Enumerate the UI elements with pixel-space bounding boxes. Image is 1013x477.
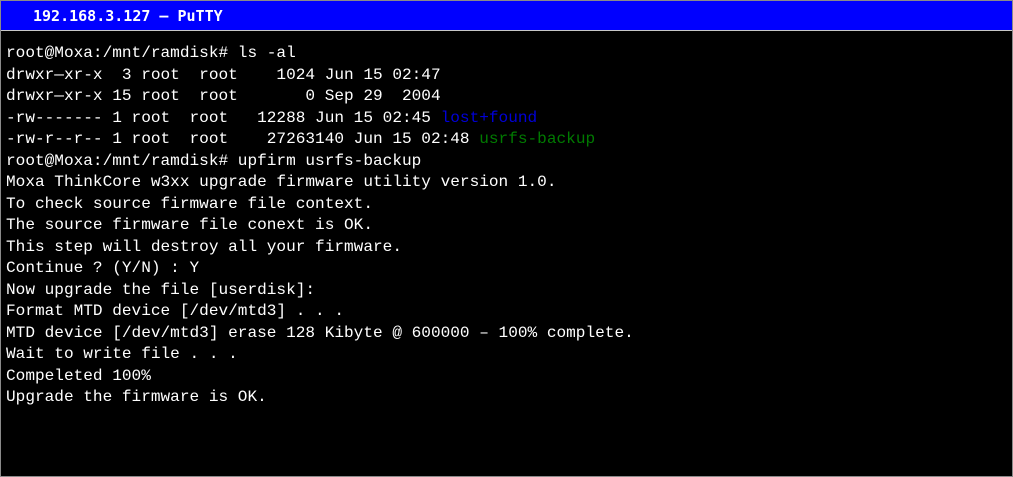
title-bar[interactable]: 192.168.3.127 – PuTTY <box>1 1 1012 31</box>
terminal-line-11: Continue ? (Y/N) : Y <box>6 259 200 277</box>
putty-window: 192.168.3.127 – PuTTY root@Moxa:/mnt/ram… <box>0 0 1013 477</box>
file-name-usrfs-backup: usrfs-backup <box>479 130 596 148</box>
terminal-line-9: The source firmware file conext is OK. <box>6 216 373 234</box>
terminal-line-1: root@Moxa:/mnt/ramdisk# ls -al <box>6 44 296 62</box>
directory-name-lost-found: lost+found <box>440 108 538 127</box>
terminal-line-10: This step will destroy all your firmware… <box>6 237 402 256</box>
terminal-line-13: Format MTD device [/dev/mtd3] . . . <box>6 302 345 320</box>
terminal-line-6: root@Moxa:/mnt/ramdisk# upfirm usrfs-bac… <box>6 151 422 170</box>
terminal-line-7: Moxa ThinkCore w3xx upgrade firmware uti… <box>6 173 557 191</box>
window-title: 192.168.3.127 – PuTTY <box>33 6 223 25</box>
terminal-line-3: drwxr—xr-x 15 root root 0 Sep 29 2004 <box>6 87 441 105</box>
terminal-line-17: Upgrade the firmware is OK. <box>6 388 267 406</box>
terminal-line-12: Now upgrade the file [userdisk]: <box>6 280 316 299</box>
terminal-line-4: -rw------- 1 root root 12288 Jun 15 02:4… <box>6 108 538 127</box>
terminal-line-5: -rw-r--r-- 1 root root 27263140 Jun 15 0… <box>6 130 596 148</box>
terminal-line-8: To check source firmware file context. <box>6 194 373 213</box>
terminal-line-16: Compeleted 100% <box>6 366 151 385</box>
terminal-output[interactable]: root@Moxa:/mnt/ramdisk# ls -al drwxr—xr-… <box>1 33 1012 476</box>
terminal-line-14: MTD device [/dev/mtd3] erase 128 Kibyte … <box>6 323 634 342</box>
terminal-line-2: drwxr—xr-x 3 root root 1024 Jun 15 02:47 <box>6 65 441 84</box>
terminal-line-15: Wait to write file . . . <box>6 345 238 363</box>
